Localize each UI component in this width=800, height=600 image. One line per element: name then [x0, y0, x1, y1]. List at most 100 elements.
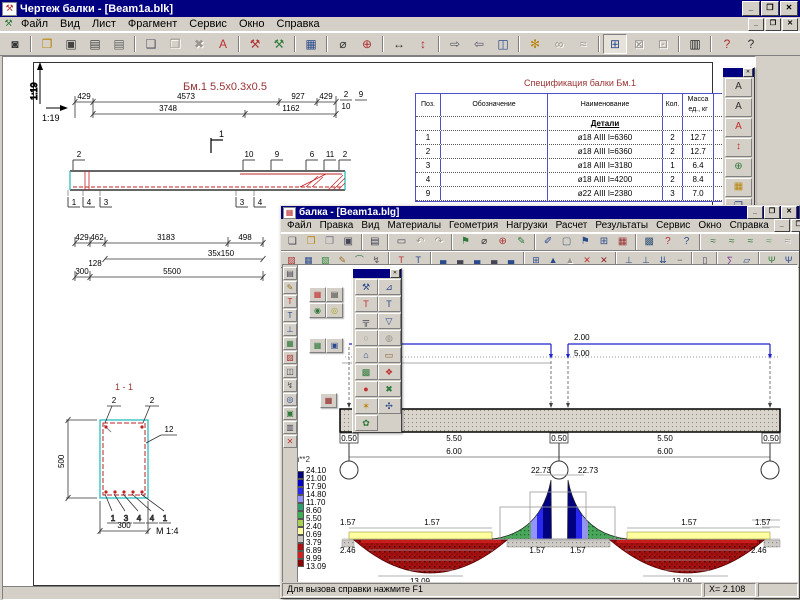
zoom-all-icon[interactable]: ⊕: [355, 34, 379, 54]
tee-top-icon[interactable]: ╦: [355, 313, 378, 329]
menu-item-Справка[interactable]: Справка: [271, 18, 326, 30]
menu-item-Лист[interactable]: Лист: [86, 18, 122, 30]
result-wave-2-icon[interactable]: ≈: [722, 234, 741, 250]
menu-item-Окно[interactable]: Окно: [694, 220, 725, 231]
edit-icon[interactable]: ✎: [283, 281, 297, 294]
node-icon[interactable]: ◎: [283, 393, 297, 406]
close-button[interactable]: ✕: [781, 206, 797, 219]
menu-item-Файл[interactable]: Файл: [283, 220, 316, 231]
help-book-icon[interactable]: ?: [715, 34, 739, 54]
go-back-icon[interactable]: ⇦: [467, 34, 491, 54]
load-icon[interactable]: ↯: [283, 379, 297, 392]
windows-icon[interactable]: ⊞: [595, 234, 614, 250]
cross-green-icon[interactable]: ✖: [378, 381, 401, 397]
menu-item-Фрагмент[interactable]: Фрагмент: [122, 18, 183, 30]
flower-icon[interactable]: ✿: [355, 415, 378, 431]
save-icon[interactable]: ▣: [339, 234, 358, 250]
close-icon[interactable]: ✕: [390, 269, 400, 278]
pattern-red-icon[interactable]: ▦: [309, 287, 326, 302]
preview-icon[interactable]: ▭: [392, 234, 411, 250]
draw-icon[interactable]: ✐: [539, 234, 558, 250]
table-icon[interactable]: ▦: [613, 234, 632, 250]
menu-item-Нагрузки[interactable]: Нагрузки: [502, 220, 551, 231]
mesh-blue-icon[interactable]: ▣: [326, 338, 343, 353]
hammer-icon[interactable]: ⚒: [355, 279, 378, 295]
menu-item-Результаты[interactable]: Результаты: [591, 220, 652, 231]
zoom-all-icon[interactable]: ⊕: [493, 234, 512, 250]
import-icon[interactable]: ❐: [320, 234, 339, 250]
ruler-icon[interactable]: ↕: [411, 34, 435, 54]
menu-item-Расчет[interactable]: Расчет: [552, 220, 592, 231]
star-icon[interactable]: ✶: [355, 398, 378, 414]
grid-icon[interactable]: ▥: [283, 421, 297, 434]
menu-item-Справка[interactable]: Справка: [726, 220, 773, 231]
format-colors-icon[interactable]: A: [211, 34, 235, 54]
save-icon[interactable]: ▣: [59, 34, 83, 54]
diamond-icon[interactable]: ❖: [378, 364, 401, 380]
map-icon[interactable]: ▦: [725, 178, 752, 197]
dot-red-icon[interactable]: ●: [355, 381, 378, 397]
mesh-darkred-icon[interactable]: ▦: [320, 393, 337, 408]
restore-button[interactable]: ❐: [764, 206, 780, 219]
grid-on-icon[interactable]: ⊞: [603, 34, 627, 54]
open-icon[interactable]: ❐: [35, 34, 59, 54]
close-button[interactable]: ✕: [782, 18, 798, 31]
open-icon[interactable]: ❐: [302, 234, 321, 250]
menu-item-Материалы[interactable]: Материалы: [383, 220, 445, 231]
slab-icon[interactable]: ▭: [378, 347, 401, 363]
minimize-button[interactable]: _: [747, 206, 763, 219]
restore-button[interactable]: ❐: [765, 18, 781, 31]
print-batch-icon[interactable]: ▤: [107, 34, 131, 54]
hatch-icon[interactable]: ▨: [283, 351, 297, 364]
resize-icon[interactable]: ↔: [387, 34, 411, 54]
result-wave-4-icon[interactable]: ≈: [760, 234, 779, 250]
screen-icon[interactable]: ▢: [557, 234, 576, 250]
copy-fragment-icon[interactable]: ❑: [139, 34, 163, 54]
back-titlebar[interactable]: ⚒ Чертеж балки - [Beam1a.blk] _❐✕: [0, 0, 800, 17]
flags-icon[interactable]: ⚑: [456, 234, 475, 250]
menu-item-Сервис[interactable]: Сервис: [183, 18, 233, 30]
dot-green-icon[interactable]: ◉: [309, 303, 326, 318]
analysis-view[interactable]: 2.00 5.00 0.50: [282, 264, 798, 586]
minimize-button[interactable]: _: [774, 219, 790, 232]
report-icon[interactable]: ▦: [299, 34, 323, 54]
text-frame-icon[interactable]: A: [725, 98, 752, 117]
support-icon[interactable]: ⊥: [283, 323, 297, 336]
menu-item-Сервис[interactable]: Сервис: [652, 220, 694, 231]
print-icon[interactable]: ▤: [83, 34, 107, 54]
triangle-icon[interactable]: ⊿: [378, 279, 401, 295]
print-icon[interactable]: ▤: [366, 234, 385, 250]
info-icon[interactable]: ▩: [640, 234, 659, 250]
build-icon[interactable]: ⚒: [243, 34, 267, 54]
minimize-button[interactable]: _: [742, 1, 760, 16]
delete-icon[interactable]: ✕: [283, 435, 297, 448]
new-view-icon[interactable]: ✻: [523, 34, 547, 54]
mesh-icon[interactable]: ▦: [283, 337, 297, 350]
palette-titlebar[interactable]: ✕: [353, 269, 401, 278]
close-icon[interactable]: ✕: [743, 68, 753, 77]
tee-blue-icon[interactable]: Т: [283, 309, 297, 322]
tee-red-icon[interactable]: Т: [355, 296, 378, 312]
text-style-icon[interactable]: A: [725, 78, 752, 97]
mesh-icon[interactable]: ▩: [355, 364, 378, 380]
mesh-green-icon[interactable]: ▦: [309, 338, 326, 353]
close-button[interactable]: ✕: [780, 1, 798, 16]
house-icon[interactable]: ⌂: [355, 347, 378, 363]
about-icon[interactable]: ?: [677, 234, 696, 250]
menu-item-Геометрия[interactable]: Геометрия: [445, 220, 502, 231]
zoom-out-icon[interactable]: ⌀: [475, 234, 494, 250]
help-book-icon[interactable]: ?: [659, 234, 678, 250]
exit-icon[interactable]: ◙: [3, 34, 27, 54]
menu-item-Вид[interactable]: Вид: [357, 220, 383, 231]
tee-red-icon[interactable]: Т: [283, 295, 297, 308]
zoom-out-icon[interactable]: ⌀: [331, 34, 355, 54]
tee-blue-icon[interactable]: Т: [378, 296, 401, 312]
new-icon[interactable]: ❏: [283, 234, 302, 250]
result-wave-3-icon[interactable]: ≈: [741, 234, 760, 250]
section-icon[interactable]: ◫: [283, 365, 297, 378]
pencil-icon[interactable]: ✎: [512, 234, 531, 250]
sparkle-icon[interactable]: ✣: [378, 398, 401, 414]
view-sheet-icon[interactable]: ▤: [283, 267, 297, 280]
minimize-button[interactable]: _: [748, 18, 764, 31]
text-color-icon[interactable]: A: [725, 118, 752, 137]
